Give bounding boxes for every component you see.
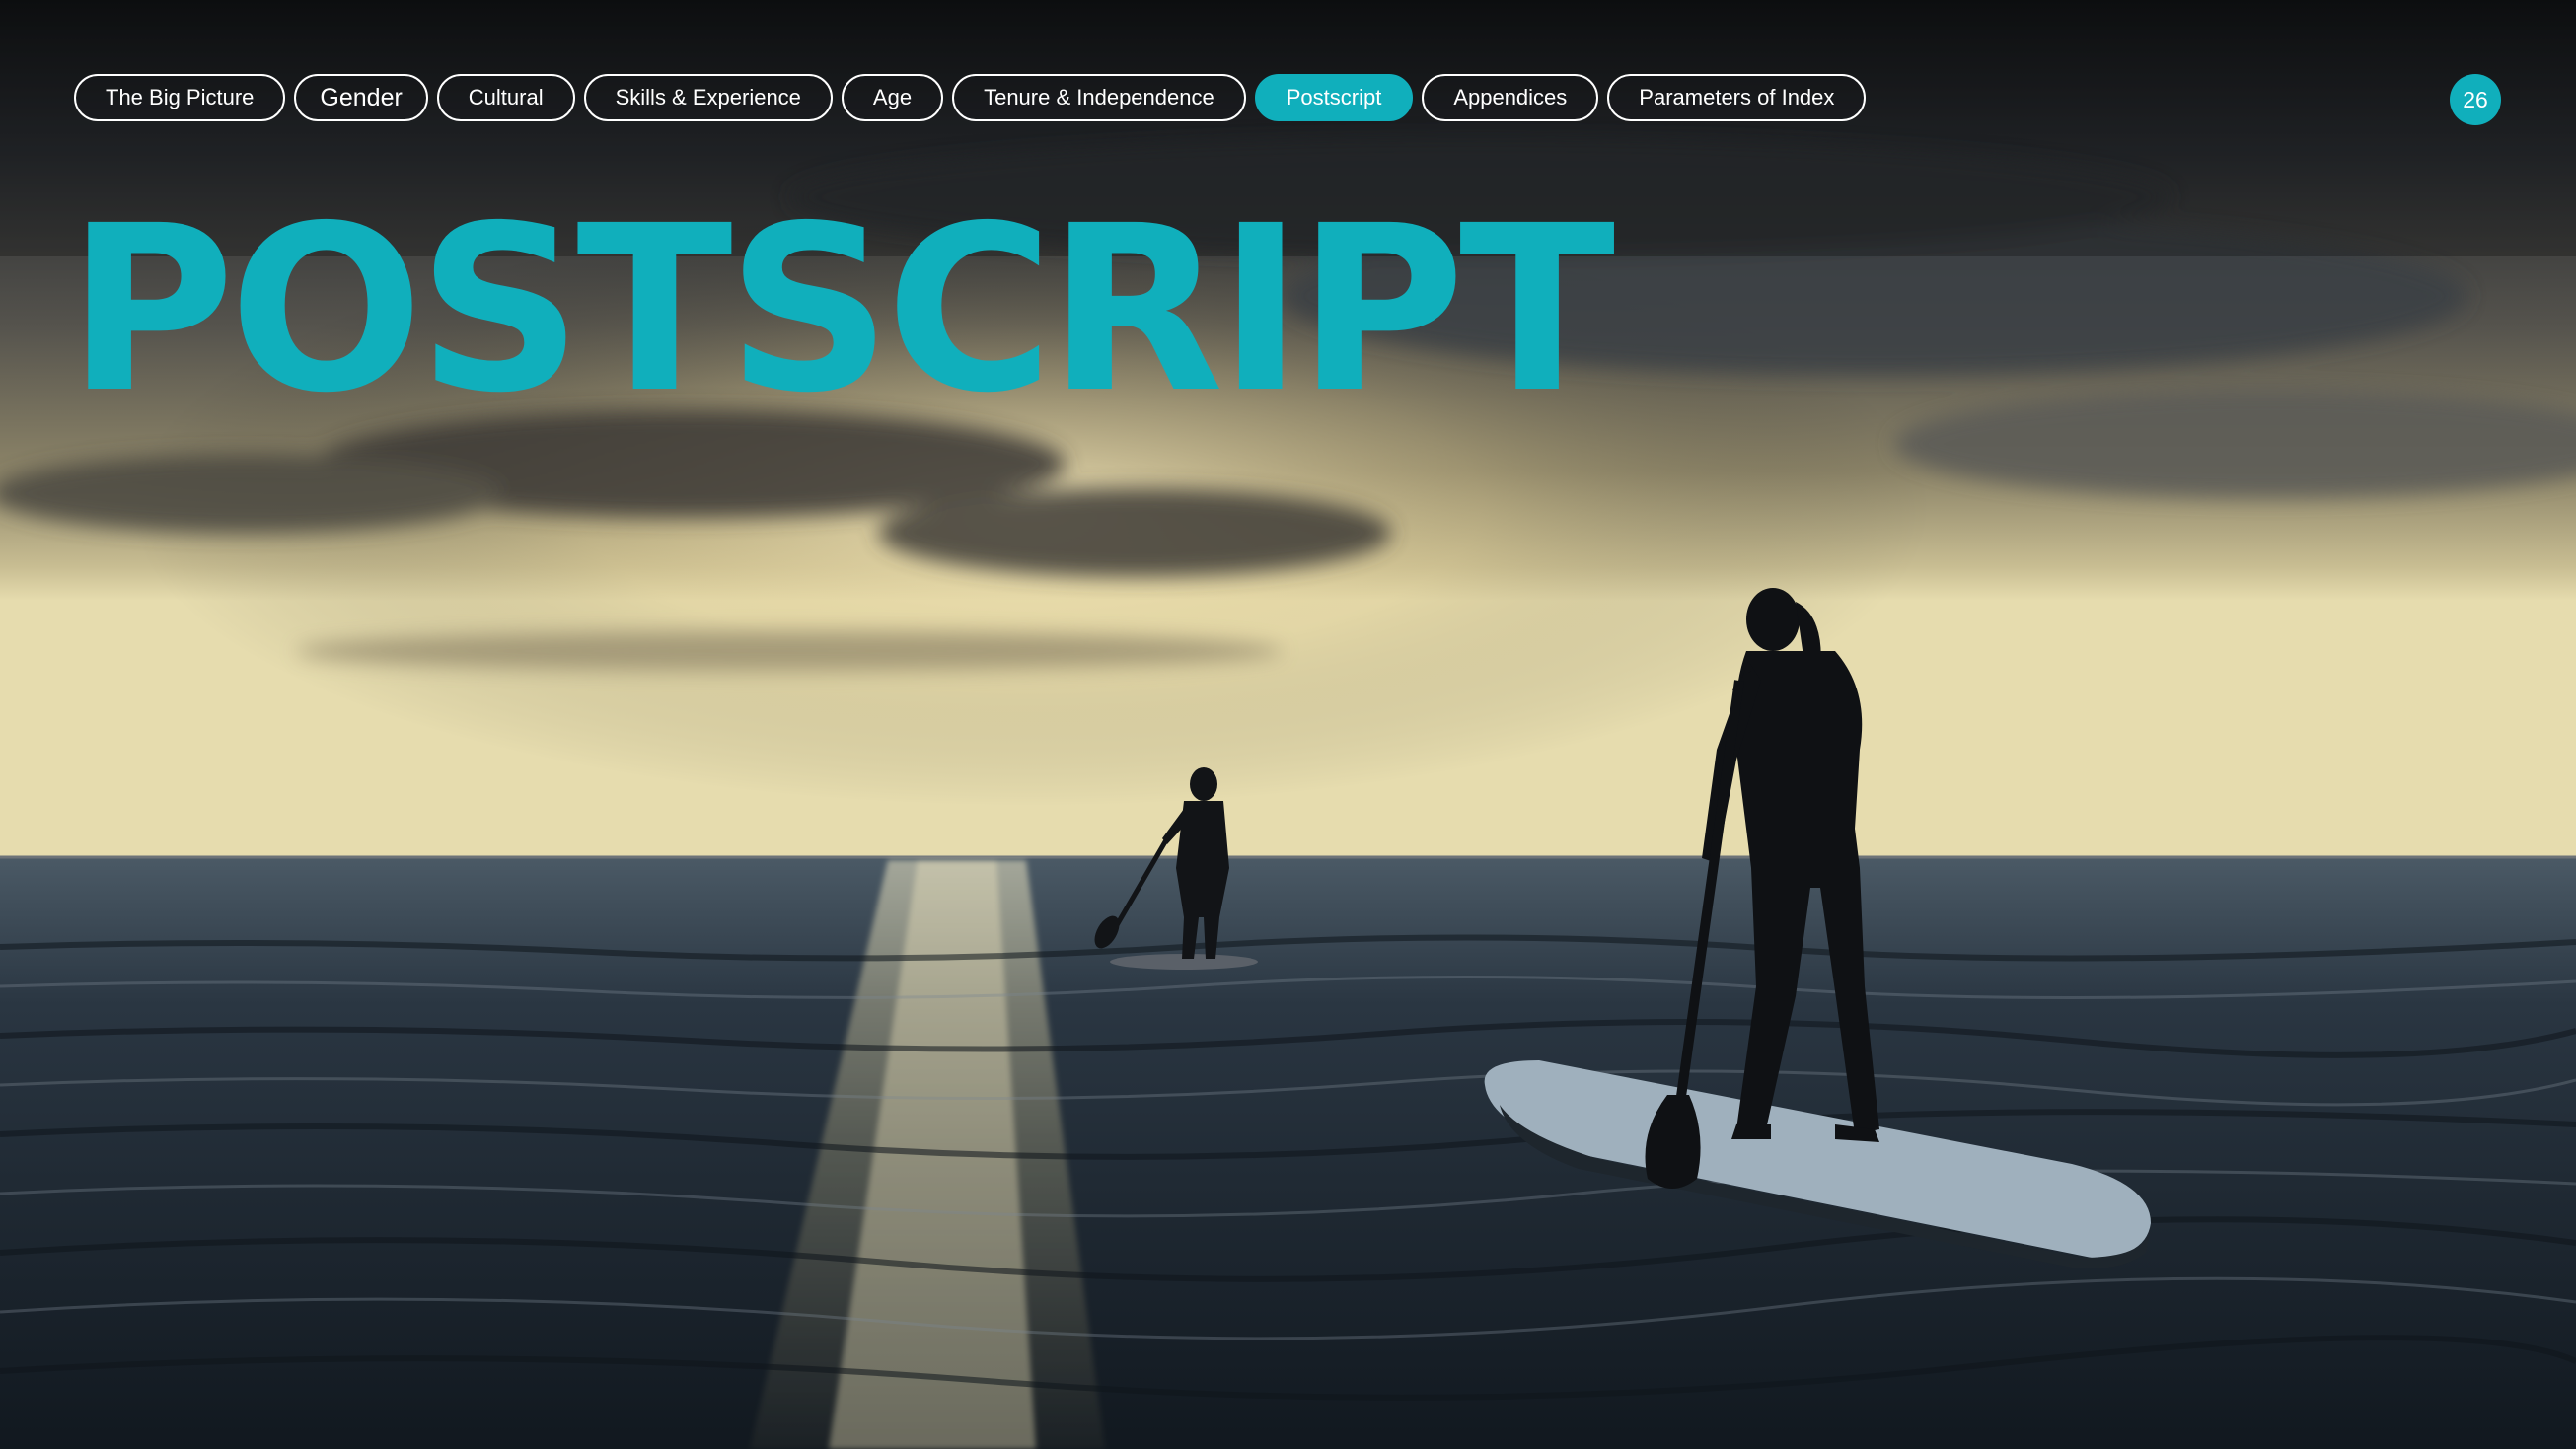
nav-tab-the-big-picture[interactable]: The Big Picture [74, 74, 286, 121]
nav-tab-cultural[interactable]: Cultural [436, 74, 575, 121]
nav-tab-parameters-of-index[interactable]: Parameters of Index [1607, 74, 1867, 121]
page-number-badge: 26 [2450, 74, 2501, 125]
page-title: POSTSCRIPT [67, 177, 1615, 443]
nav-tab-appendices[interactable]: Appendices [1422, 74, 1599, 121]
nav-tab-gender[interactable]: Gender [294, 74, 428, 121]
nav-tab-age[interactable]: Age [841, 74, 944, 121]
nav-tab-skills-experience[interactable]: Skills & Experience [583, 74, 833, 121]
slide: The Big Picture Gender Cultural Skills &… [0, 0, 2576, 1449]
nav-tab-postscript[interactable]: Postscript [1254, 74, 1414, 121]
section-nav: The Big Picture Gender Cultural Skills &… [74, 74, 1867, 121]
nav-tab-tenure-independence[interactable]: Tenure & Independence [952, 74, 1246, 121]
